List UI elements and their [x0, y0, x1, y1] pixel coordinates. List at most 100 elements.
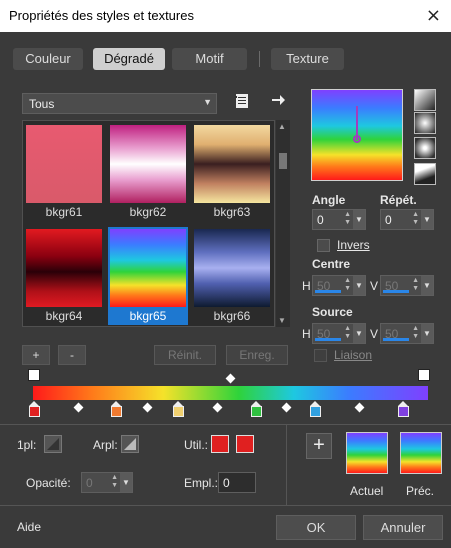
chevron-down-icon[interactable]: ▼: [120, 473, 132, 492]
source-h-spinner[interactable]: 50 ▲ ▼ ▼: [312, 323, 366, 344]
gradient-name: bkgr62: [129, 205, 167, 219]
source-h-label: H: [302, 327, 311, 341]
opacity-midpoint[interactable]: [225, 373, 236, 384]
arrow-right-icon[interactable]: [270, 92, 286, 108]
cancel-button[interactable]: Annuler: [363, 515, 443, 540]
tab-texture[interactable]: Texture: [271, 48, 344, 70]
tab-couleur[interactable]: Couleur: [13, 48, 83, 70]
chevron-down-icon[interactable]: ▼: [421, 324, 433, 343]
spin-arrows-icon[interactable]: ▲ ▼: [344, 211, 351, 227]
use-foreground-color[interactable]: [211, 435, 229, 453]
gradient-swatch: [194, 229, 270, 307]
gradient-tile-bkgr61[interactable]: bkgr61: [24, 122, 104, 222]
source-v-spinner[interactable]: 50 ▲ ▼ ▼: [380, 323, 434, 344]
spin-arrows-icon[interactable]: ▲ ▼: [111, 474, 118, 490]
ok-button[interactable]: OK: [276, 515, 356, 540]
foreground-mode-icon[interactable]: [44, 435, 62, 453]
color-stop-blue[interactable]: [310, 406, 321, 417]
background-label: Arpl:: [93, 438, 118, 452]
tab-motif[interactable]: Motif: [172, 48, 247, 70]
link-checkbox[interactable]: [314, 349, 327, 362]
spin-arrows-icon[interactable]: ▲ ▼: [344, 277, 351, 293]
linear-style-icon[interactable]: [414, 89, 436, 111]
gradient-tile-bkgr63[interactable]: bkgr63: [192, 122, 272, 222]
scrollbar-thumb[interactable]: [279, 153, 287, 169]
remove-gradient-button[interactable]: -: [58, 345, 86, 365]
center-handle[interactable]: [353, 135, 361, 143]
divider: [0, 505, 451, 506]
category-dropdown[interactable]: Tous ▼: [22, 93, 217, 114]
rectangular-style-icon[interactable]: [414, 112, 436, 134]
chevron-down-icon[interactable]: ▼: [421, 210, 433, 229]
gallery-scrollbar[interactable]: ▲ ▼: [276, 120, 290, 327]
link-label: Liaison: [334, 348, 373, 362]
spin-arrows-icon[interactable]: ▲ ▼: [412, 211, 419, 227]
tab-separator: [259, 51, 260, 67]
color-midpoint[interactable]: [73, 402, 84, 413]
add-to-swatches-button[interactable]: +: [306, 433, 332, 459]
gradient-swatch: [26, 229, 102, 307]
gradient-name: bkgr61: [45, 205, 83, 219]
list-view-icon[interactable]: [234, 93, 250, 109]
gradient-swatch: [26, 125, 102, 203]
save-button[interactable]: Enreg.: [226, 345, 288, 365]
color-stop-violet[interactable]: [398, 406, 409, 417]
color-stop-yellow[interactable]: [173, 406, 184, 417]
center-v-spinner[interactable]: 50 ▲ ▼ ▼: [380, 275, 434, 296]
opacity-label: Opacité:: [26, 476, 71, 490]
close-icon[interactable]: ×: [426, 5, 441, 26]
spin-arrows-icon[interactable]: ▲ ▼: [412, 277, 419, 293]
color-stop-orange[interactable]: [111, 406, 122, 417]
gradient-tile-bkgr66[interactable]: bkgr66: [192, 226, 272, 326]
reset-button[interactable]: Réinit.: [154, 345, 216, 365]
color-midpoint[interactable]: [142, 402, 153, 413]
invert-label: Invers: [337, 238, 370, 252]
help-link[interactable]: Aide: [17, 520, 41, 534]
center-v-label: V: [370, 279, 379, 293]
gradient-gallery: bkgr61 bkgr62 bkgr63 bkgr64 bkgr65 bkgr6…: [22, 120, 275, 327]
foreground-label: 1pl:: [17, 438, 37, 452]
location-value: 0: [223, 476, 230, 490]
center-v-slider: [383, 290, 409, 293]
chevron-down-icon[interactable]: ▼: [421, 276, 433, 295]
repeat-label: Répét.: [380, 193, 417, 207]
chevron-down-icon[interactable]: ▼: [353, 276, 365, 295]
center-h-spinner[interactable]: 50 ▲ ▼ ▼: [312, 275, 366, 296]
background-mode-icon[interactable]: [121, 435, 139, 453]
sunburst-style-icon[interactable]: [414, 137, 436, 159]
add-gradient-button[interactable]: +: [22, 345, 50, 365]
chevron-down-icon[interactable]: ▼: [353, 324, 365, 343]
current-gradient-swatch[interactable]: [346, 432, 388, 474]
color-midpoint[interactable]: [354, 402, 365, 413]
use-background-color[interactable]: [236, 435, 254, 453]
opacity-spinner[interactable]: 0 ▲ ▼ ▼: [81, 472, 133, 493]
color-midpoint[interactable]: [281, 402, 292, 413]
gradient-tile-bkgr62[interactable]: bkgr62: [108, 122, 188, 222]
invert-checkbox[interactable]: [317, 239, 330, 252]
spin-arrows-icon[interactable]: ▲ ▼: [412, 325, 419, 341]
previous-gradient-swatch[interactable]: [400, 432, 442, 474]
gradient-tile-bkgr64[interactable]: bkgr64: [24, 226, 104, 326]
location-input[interactable]: 0: [218, 472, 256, 493]
scroll-up-icon[interactable]: ▲: [278, 122, 286, 131]
color-midpoint[interactable]: [212, 402, 223, 413]
gradient-tile-bkgr65[interactable]: bkgr65: [108, 226, 188, 326]
gradient-preview[interactable]: [311, 89, 403, 181]
opacity-stop-end[interactable]: [418, 369, 430, 381]
center-h-slider: [315, 290, 341, 293]
previous-label: Préc.: [406, 484, 435, 498]
spin-arrows-icon[interactable]: ▲ ▼: [344, 325, 351, 341]
chevron-down-icon[interactable]: ▼: [353, 210, 365, 229]
category-dropdown-value: Tous: [29, 97, 55, 111]
scroll-down-icon[interactable]: ▼: [278, 316, 286, 325]
gradient-bar[interactable]: [33, 386, 428, 400]
gradient-name: bkgr65: [108, 308, 188, 325]
angle-spinner[interactable]: 0 ▲ ▼ ▼: [312, 209, 366, 230]
source-label: Source: [312, 305, 353, 319]
repeat-spinner[interactable]: 0 ▲ ▼ ▼: [380, 209, 434, 230]
color-stop-green[interactable]: [251, 406, 262, 417]
color-stop-red[interactable]: [29, 406, 40, 417]
opacity-stop-start[interactable]: [28, 369, 40, 381]
radial-style-icon[interactable]: [414, 163, 436, 185]
tab-degrade[interactable]: Dégradé: [93, 48, 165, 70]
